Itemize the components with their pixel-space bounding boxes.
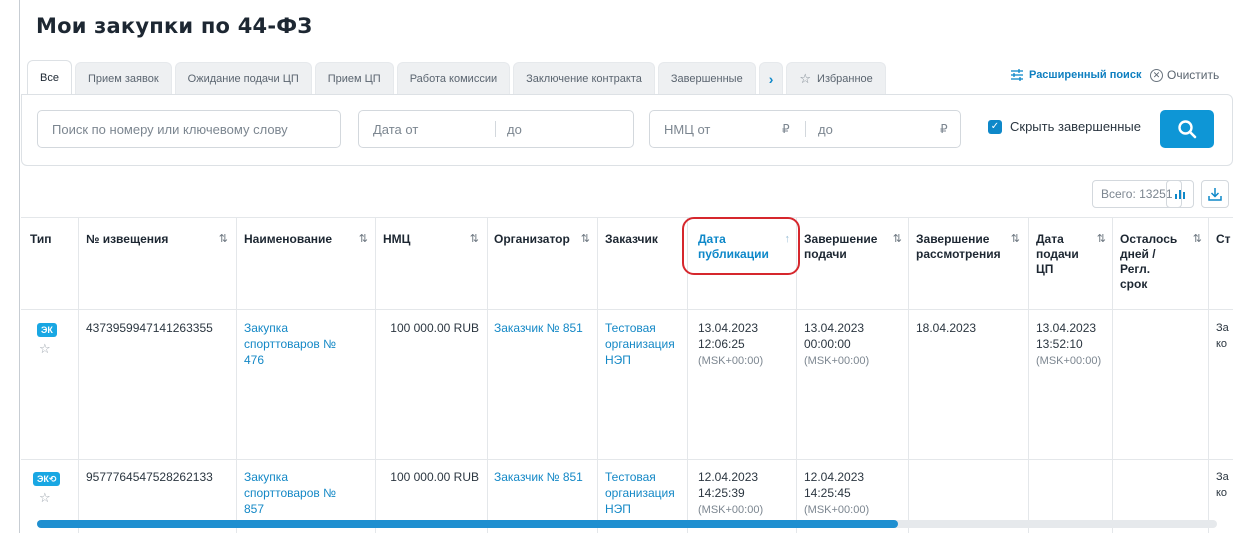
search-icon — [1178, 120, 1197, 139]
column-header-review-end[interactable]: Завершение рассмотрения ⇅ — [916, 232, 1020, 262]
sort-icon[interactable]: ⇅ — [1097, 232, 1106, 247]
customer-link[interactable]: Тестовая организация НЭП — [605, 320, 689, 368]
date-from-input[interactable]: Дата от — [373, 122, 418, 137]
column-divider — [908, 217, 909, 533]
date-range-input[interactable]: Дата от до — [358, 110, 634, 148]
tab-contract-conclusion[interactable]: Заключение контракта — [513, 62, 655, 94]
checkmark-icon: ✓ — [988, 119, 1002, 134]
column-header-submission-end[interactable]: Завершение подачи ⇅ — [804, 232, 902, 262]
nmc-range-input[interactable]: НМЦ от ₽ до ₽ — [649, 110, 961, 148]
chart-button[interactable] — [1166, 180, 1194, 208]
tab-completed[interactable]: Завершенные — [657, 62, 756, 94]
tabs-scroll-right-button[interactable]: › — [758, 62, 784, 94]
sort-icon[interactable]: ⇅ — [470, 232, 479, 247]
nmc-value: 100 000.00 RUB — [390, 321, 479, 335]
search-button[interactable] — [1160, 110, 1214, 148]
nmc-to-input[interactable]: до — [818, 122, 833, 137]
page-title: Мои закупки по 44-ФЗ — [36, 14, 313, 38]
download-icon — [1208, 188, 1222, 201]
cp-date: 13.04.2023 13:52:10 (MSK+00:00) — [1036, 321, 1102, 367]
scrollbar-thumb[interactable] — [37, 520, 898, 528]
sort-icon[interactable]: ⇅ — [1193, 232, 1202, 247]
left-border — [19, 0, 20, 533]
column-header-cp-date[interactable]: Дата подачи ЦП ⇅ — [1036, 232, 1106, 277]
type-badge: ЭК⟲ — [33, 472, 61, 486]
publication-date: 12.04.2023 14:25:39 (MSK+00:00) — [698, 470, 764, 516]
organizer-link[interactable]: Заказчик № 851 — [494, 320, 594, 336]
star-icon[interactable]: ☆ — [39, 490, 51, 506]
highlight-annotation — [682, 217, 800, 275]
status-cell: За ко — [1216, 471, 1229, 499]
type-badge: ЭК — [37, 323, 57, 337]
review-end-date: 18.04.2023 — [916, 321, 977, 335]
column-divider — [1112, 217, 1113, 533]
column-header-customer[interactable]: Заказчик — [605, 232, 683, 247]
column-divider — [1208, 217, 1209, 533]
notice-number: 4373959947141263355 — [86, 321, 213, 335]
column-divider — [597, 217, 598, 533]
procurement-name-link[interactable]: Закупка спорттоваров № 857 — [244, 469, 372, 517]
tab-favorites[interactable]: ☆ Избранное — [786, 62, 886, 94]
tab-commission-work[interactable]: Работа комиссии — [396, 62, 511, 94]
divider — [805, 121, 806, 137]
sliders-icon — [1011, 69, 1023, 81]
status-tabs: Все Прием заявок Ожидание подачи ЦП Прие… — [27, 60, 889, 94]
sort-icon[interactable]: ⇅ — [219, 232, 228, 247]
column-header-nmc[interactable]: НМЦ ⇅ — [383, 232, 479, 247]
advanced-search-link[interactable]: Расширенный поиск — [1010, 69, 1141, 81]
column-header-organizer[interactable]: Организатор ⇅ — [494, 232, 590, 247]
column-header-name[interactable]: Наименование ⇅ — [244, 232, 368, 247]
tab-all[interactable]: Все — [27, 60, 72, 94]
column-divider — [78, 217, 79, 533]
column-divider — [375, 217, 376, 533]
column-header-status[interactable]: Ст — [1216, 232, 1233, 247]
publication-date: 13.04.2023 12:06:25 (MSK+00:00) — [698, 321, 764, 367]
nmc-from-input[interactable]: НМЦ от — [664, 122, 710, 137]
column-divider — [1028, 217, 1029, 533]
horizontal-scrollbar[interactable] — [37, 520, 1217, 528]
procurement-name-link[interactable]: Закупка спорттоваров № 476 — [244, 320, 372, 368]
table-top-border — [21, 217, 1233, 218]
download-button[interactable] — [1201, 180, 1229, 208]
sort-icon[interactable]: ⇅ — [1011, 232, 1020, 247]
column-header-type[interactable]: Тип — [30, 232, 70, 247]
nmc-value: 100 000.00 RUB — [390, 470, 479, 484]
column-divider — [236, 217, 237, 533]
ruble-icon: ₽ — [782, 122, 790, 136]
submission-end-date: 12.04.2023 14:25:45 (MSK+00:00) — [804, 470, 870, 516]
row-divider — [21, 459, 1233, 460]
divider — [495, 121, 496, 137]
ruble-icon: ₽ — [940, 122, 948, 136]
hide-completed-checkbox[interactable]: ✓ Скрыть завершенные — [988, 119, 1141, 134]
status-cell: За ко — [1216, 322, 1229, 350]
organizer-link[interactable]: Заказчик № 851 — [494, 469, 594, 485]
notice-number: 9577764547528262133 — [86, 470, 213, 484]
column-header-days-left[interactable]: Осталось дней / Регл. срок ⇅ — [1120, 232, 1202, 292]
tab-accepting-price-offers[interactable]: Прием ЦП — [314, 62, 394, 94]
customer-link[interactable]: Тестовая организация НЭП — [605, 469, 689, 517]
tab-awaiting-price-offers[interactable]: Ожидание подачи ЦП — [174, 62, 312, 94]
clear-filters-button[interactable]: ✕ Очистить — [1150, 68, 1219, 82]
star-icon[interactable]: ☆ — [39, 341, 51, 357]
date-to-input[interactable]: до — [507, 122, 522, 137]
star-icon: ☆ — [799, 70, 812, 86]
sort-icon[interactable]: ⇅ — [359, 232, 368, 247]
bar-chart-icon — [1175, 190, 1185, 199]
filter-panel: Поиск по номеру или ключевому слову Дата… — [21, 94, 1233, 166]
close-circle-icon: ✕ — [1150, 68, 1163, 82]
table-header-border — [21, 309, 1233, 310]
column-header-number[interactable]: № извещения ⇅ — [86, 232, 228, 247]
sort-icon[interactable]: ⇅ — [581, 232, 590, 247]
column-divider — [487, 217, 488, 533]
sort-icon[interactable]: ⇅ — [893, 232, 902, 247]
tab-accepting-applications[interactable]: Прием заявок — [74, 62, 172, 94]
submission-end-date: 13.04.2023 00:00:00 (MSK+00:00) — [804, 321, 870, 367]
search-input[interactable]: Поиск по номеру или ключевому слову — [37, 110, 341, 148]
chevron-right-icon: › — [768, 70, 774, 87]
